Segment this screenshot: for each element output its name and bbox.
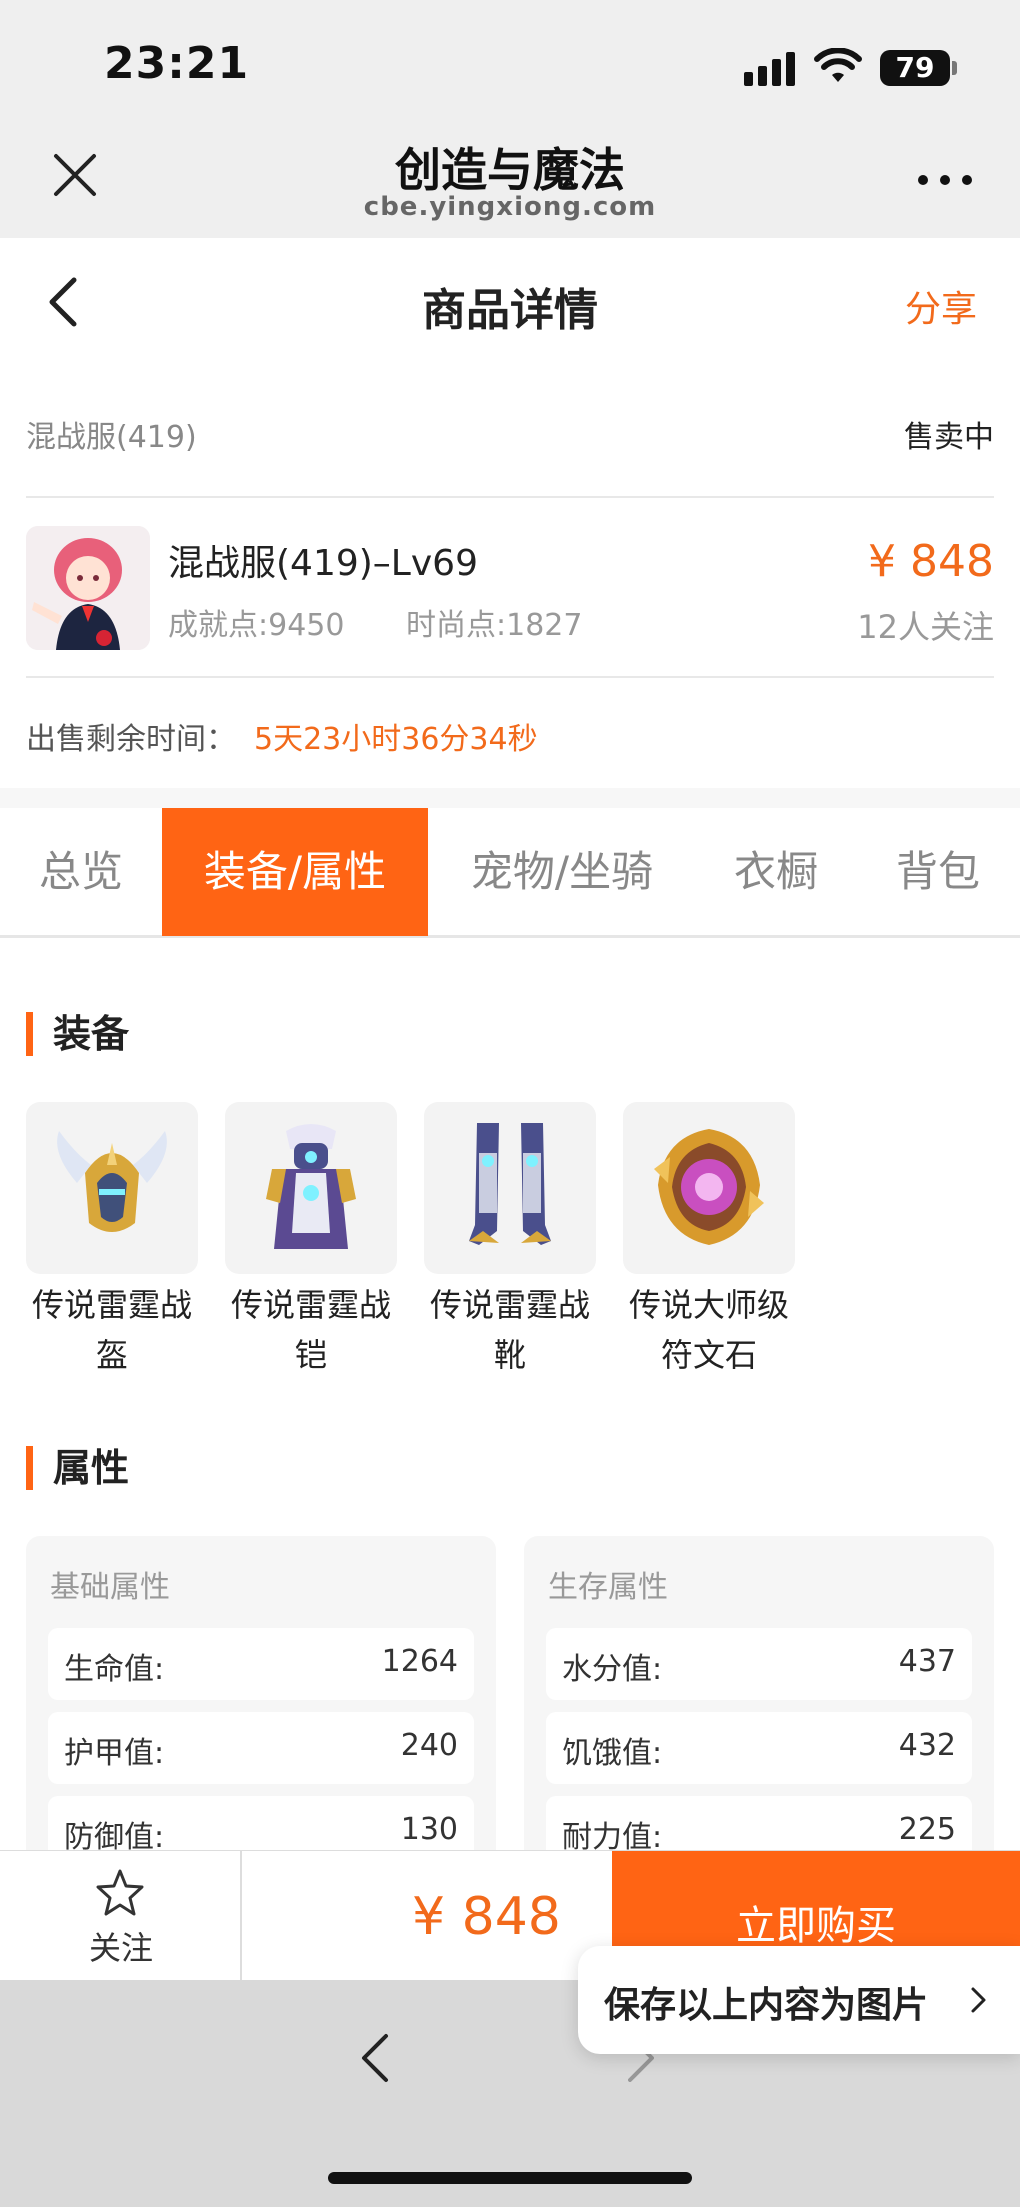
attribute-value: 130 (400, 1812, 458, 1847)
sale-status-badge: 售卖中 (904, 420, 994, 455)
cellular-signal-icon (744, 50, 796, 86)
page-navbar: 商品详情 分享 (0, 238, 1020, 368)
chevron-right-icon (971, 1987, 986, 2013)
attribute-name: 护甲值: (64, 1736, 165, 1771)
attribute-value: 432 (898, 1728, 956, 1763)
achievement-points: 成就点:9450 (168, 608, 345, 643)
follow-label: 关注 (88, 1929, 153, 1967)
attribute-row: 饥饿值: 432 (546, 1712, 972, 1784)
attribute-name: 饥饿值: (562, 1736, 663, 1771)
more-options-icon[interactable] (918, 175, 974, 189)
equipment-item[interactable]: 传说雷霆战铠 (225, 1102, 397, 1380)
equipment-item[interactable]: 传说大师级符文石 (623, 1102, 795, 1380)
armor-icon (225, 1102, 397, 1274)
helmet-icon (26, 1102, 198, 1274)
follow-button[interactable]: 关注 (0, 1851, 242, 1981)
home-indicator[interactable] (328, 2172, 692, 2184)
browser-header: 创造与魔法 cbe.yingxiong.com (0, 120, 1020, 238)
page-title: 商品详情 (422, 285, 598, 336)
tab-backpack[interactable]: 背包 (856, 808, 1020, 936)
boots-icon (424, 1102, 596, 1274)
save-as-image-label: 保存以上内容为图片 (604, 1985, 929, 2026)
server-name: 混战服(419) (26, 420, 197, 455)
buy-now-label: 立即购买 (736, 1903, 896, 1949)
attribute-row: 护甲值: 240 (48, 1712, 474, 1784)
product-info-card: 混战服(419) 售卖中 混战服(419)–Lv69 成就点:9450 时尚点:… (0, 368, 1020, 788)
site-title: 创造与魔法 (395, 143, 625, 197)
remaining-time-value: 5天23小时36分34秒 (254, 722, 538, 757)
attributes-section-title: 属性 (26, 1446, 129, 1490)
product-price: ¥ 848 (868, 536, 994, 587)
share-button[interactable]: 分享 (905, 280, 977, 332)
browser-back-icon[interactable] (356, 2030, 396, 2086)
equipment-item[interactable]: 传说雷霆战靴 (424, 1102, 596, 1380)
divider (26, 676, 994, 678)
tab-wardrobe[interactable]: 衣橱 (696, 808, 856, 936)
attribute-value: 1264 (381, 1644, 458, 1679)
clock: 23:21 (104, 38, 250, 89)
save-as-image-popup[interactable]: 保存以上内容为图片 (578, 1946, 1020, 2054)
tab-pets-mounts[interactable]: 宠物/坐骑 (428, 808, 696, 936)
attribute-value: 225 (898, 1812, 956, 1847)
site-url: cbe.yingxiong.com (363, 192, 657, 222)
equipment-name: 传说大师级符文石 (628, 1286, 789, 1374)
divider (26, 496, 994, 498)
equipment-name: 传说雷霆战靴 (429, 1286, 590, 1374)
attribute-row: 生命值: 1264 (48, 1628, 474, 1700)
character-avatar (26, 526, 150, 650)
rune-stone-icon (623, 1102, 795, 1274)
equipment-name: 传说雷霆战铠 (230, 1286, 391, 1374)
equipment-item[interactable]: 传说雷霆战盔 (26, 1102, 198, 1380)
attribute-value: 437 (898, 1644, 956, 1679)
fashion-points: 时尚点:1827 (406, 608, 583, 643)
equipment-name: 传说雷霆战盔 (31, 1286, 192, 1374)
character-portrait-icon (26, 526, 150, 650)
attribute-name: 水分值: (562, 1652, 663, 1687)
character-title: 混战服(419)–Lv69 (168, 543, 478, 584)
battery-tip (952, 61, 957, 75)
bottom-price: ¥ 848 (412, 1887, 561, 1947)
attribute-row: 水分值: 437 (546, 1628, 972, 1700)
survival-attributes-panel: 生存属性 水分值: 437 饥饿值: 432 耐力值: 225 (524, 1536, 994, 1896)
attribute-value: 240 (400, 1728, 458, 1763)
equipment-section-title: 装备 (26, 1012, 129, 1056)
attribute-name: 生命值: (64, 1652, 165, 1687)
tab-bar: 总览 装备/属性 宠物/坐骑 衣橱 背包 (0, 808, 1020, 938)
panel-title: 基础属性 (50, 1570, 170, 1605)
battery-icon: 79 (880, 50, 950, 86)
star-icon (96, 1869, 144, 1916)
remaining-time-label: 出售剩余时间： (26, 722, 236, 757)
tab-equipment-attributes[interactable]: 装备/属性 (162, 808, 428, 936)
panel-title: 生存属性 (548, 1570, 668, 1605)
tab-overview[interactable]: 总览 (0, 808, 162, 936)
status-bar: 23:21 79 (0, 0, 1020, 120)
follower-count: 12人关注 (857, 608, 994, 646)
basic-attributes-panel: 基础属性 生命值: 1264 护甲值: 240 防御值: 130 (26, 1536, 496, 1896)
wifi-icon (814, 48, 862, 82)
